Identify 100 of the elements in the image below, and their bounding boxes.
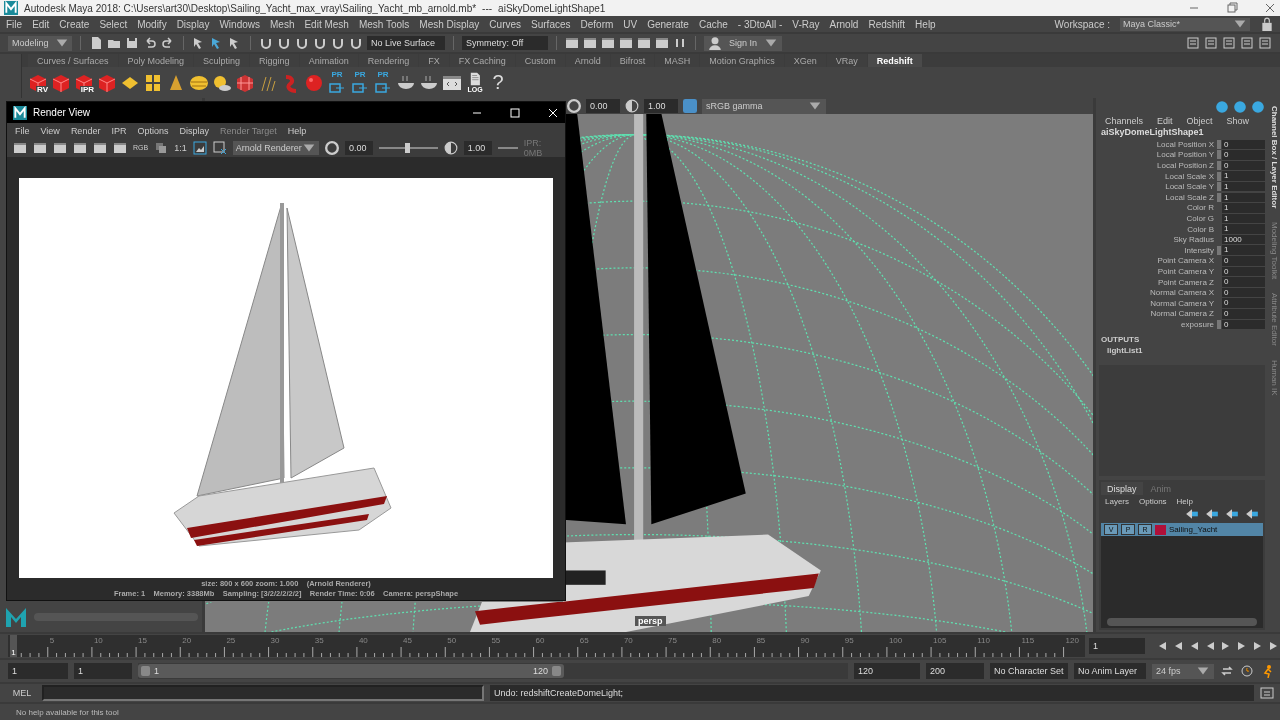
- step-forward-icon[interactable]: [1253, 641, 1263, 651]
- clapperboard-icon[interactable]: [13, 140, 27, 155]
- menu-item[interactable]: Edit: [32, 18, 50, 30]
- end-frame-field[interactable]: 200: [926, 663, 984, 679]
- menu-item[interactable]: File: [6, 18, 23, 30]
- menu-item[interactable]: UV: [623, 18, 638, 30]
- clapperboard-icon[interactable]: [93, 140, 107, 155]
- menu-item[interactable]: Generate: [647, 18, 689, 30]
- character-set-dropdown[interactable]: No Character Set: [990, 663, 1068, 679]
- clapperboard-icon[interactable]: [655, 36, 669, 50]
- slider-handle[interactable]: [141, 666, 150, 676]
- magnet-icon[interactable]: [277, 36, 291, 50]
- script-language-label[interactable]: MEL: [8, 688, 36, 698]
- clapperboard-icon[interactable]: [113, 140, 127, 155]
- shelf-button[interactable]: RV: [28, 69, 48, 96]
- shelf-button[interactable]: PR: [327, 69, 347, 96]
- menu-item[interactable]: Display: [179, 125, 209, 136]
- magnet-icon[interactable]: [349, 36, 363, 50]
- menu-item[interactable]: Layers: [1105, 496, 1129, 506]
- attribute-value-field[interactable]: 0: [1222, 309, 1265, 319]
- restore-icon[interactable]: [1226, 2, 1238, 14]
- workspace-dropdown[interactable]: Maya Classic*: [1120, 17, 1250, 31]
- remove-image-icon[interactable]: [212, 140, 227, 155]
- pause-icon[interactable]: [673, 36, 687, 50]
- attribute-value-field[interactable]: 0: [1222, 298, 1265, 308]
- attribute-value-field[interactable]: 0: [1222, 319, 1265, 330]
- skip-to-end-icon[interactable]: [1269, 641, 1279, 651]
- start-frame-field[interactable]: 1: [8, 663, 68, 679]
- magnet-icon[interactable]: [331, 36, 345, 50]
- attribute-value-field[interactable]: 1: [1222, 192, 1265, 202]
- current-frame-field[interactable]: 1: [1089, 638, 1145, 654]
- magnet-icon[interactable]: [295, 36, 309, 50]
- layer-arrow-icon[interactable]: [1205, 507, 1219, 521]
- clapperboard-icon[interactable]: [619, 36, 633, 50]
- menu-item[interactable]: Windows: [219, 18, 260, 30]
- menu-item[interactable]: Mesh Tools: [358, 18, 410, 30]
- menu-item[interactable]: Redshift: [868, 18, 906, 30]
- menu-item[interactable]: V-Ray: [792, 18, 820, 30]
- attribute-value-field[interactable]: 1: [1222, 181, 1265, 192]
- attribute-value-field[interactable]: 0: [1222, 266, 1265, 277]
- gamma-field[interactable]: 1.00: [463, 140, 492, 155]
- redo-icon[interactable]: [161, 36, 175, 50]
- menu-item[interactable]: Render: [70, 125, 101, 136]
- anim-layer-dropdown[interactable]: No Anim Layer: [1074, 663, 1146, 679]
- attribute-value-field[interactable]: 1000: [1222, 234, 1265, 245]
- clapperboard-icon[interactable]: [565, 36, 579, 50]
- menu-item[interactable]: Modify: [137, 18, 167, 30]
- slider-thumb[interactable]: [405, 142, 411, 153]
- menu-item[interactable]: IPR: [111, 125, 127, 136]
- clock-icon[interactable]: [1240, 664, 1254, 678]
- layer-color-swatch[interactable]: [1155, 524, 1166, 535]
- step-back-icon[interactable]: [1173, 641, 1183, 651]
- slider-handle[interactable]: [552, 666, 561, 676]
- menu-item[interactable]: Show: [1226, 115, 1250, 126]
- undo-icon[interactable]: [143, 36, 157, 50]
- menu-item[interactable]: Help: [287, 125, 307, 136]
- attribute-value-field[interactable]: 1: [1222, 213, 1265, 224]
- loop-icon[interactable]: [1220, 664, 1234, 678]
- exposure-field[interactable]: 0.00: [586, 99, 620, 113]
- sign-in-dropdown[interactable]: Sign In: [704, 35, 782, 51]
- list-icon[interactable]: [1222, 36, 1236, 50]
- menu-item[interactable]: Edit: [1157, 115, 1173, 126]
- new-file-icon[interactable]: [89, 36, 103, 50]
- save-icon[interactable]: [125, 36, 139, 50]
- range-slider-track[interactable]: 1 120: [138, 663, 848, 679]
- layer-arrow-icon[interactable]: [1245, 507, 1259, 521]
- menu-item[interactable]: Arnold: [829, 18, 859, 30]
- menu-item[interactable]: Edit Mesh: [304, 18, 349, 30]
- attribute-value-field[interactable]: 1: [1222, 203, 1265, 213]
- menu-item[interactable]: Surfaces: [531, 18, 571, 30]
- menu-item[interactable]: Options: [137, 125, 169, 136]
- clapperboard-icon[interactable]: [637, 36, 651, 50]
- menu-item[interactable]: Deform: [580, 18, 614, 30]
- menu-item[interactable]: Curves: [489, 18, 522, 30]
- playback-end-field[interactable]: 120: [854, 663, 920, 679]
- color-space-icon[interactable]: [683, 99, 697, 113]
- current-frame-marker[interactable]: 1: [10, 635, 17, 657]
- shelf-button[interactable]: IPR: [74, 69, 94, 96]
- image-icon[interactable]: [192, 140, 207, 155]
- scroll-bar[interactable]: [1107, 618, 1257, 626]
- menu-item[interactable]: Mesh Display: [419, 18, 480, 30]
- clapperboard-icon[interactable]: [53, 140, 67, 155]
- renderer-dropdown[interactable]: Arnold Renderer: [232, 140, 320, 155]
- menu-item[interactable]: Mesh: [270, 18, 295, 30]
- play-backward-icon[interactable]: [1205, 641, 1215, 651]
- layer-tab[interactable]: Display: [1101, 482, 1143, 495]
- side-tab[interactable]: Channel Box / Layer Editor: [1269, 106, 1279, 209]
- menu-item[interactable]: Channels: [1105, 115, 1144, 126]
- overlap-icon[interactable]: [154, 140, 169, 155]
- clapperboard-icon[interactable]: [73, 140, 87, 155]
- close-icon[interactable]: [547, 106, 559, 119]
- menu-item[interactable]: Create: [59, 18, 90, 30]
- attribute-value-field[interactable]: 0: [1222, 160, 1265, 171]
- attribute-value-field[interactable]: 1: [1222, 171, 1265, 181]
- attribute-value-field[interactable]: 0: [1222, 256, 1265, 266]
- exposure-slider[interactable]: [379, 140, 438, 155]
- menu-item[interactable]: Cache: [698, 18, 728, 30]
- attribute-value-field[interactable]: 0: [1222, 277, 1265, 287]
- clapperboard-icon[interactable]: [583, 36, 597, 50]
- menu-item[interactable]: View: [40, 125, 60, 136]
